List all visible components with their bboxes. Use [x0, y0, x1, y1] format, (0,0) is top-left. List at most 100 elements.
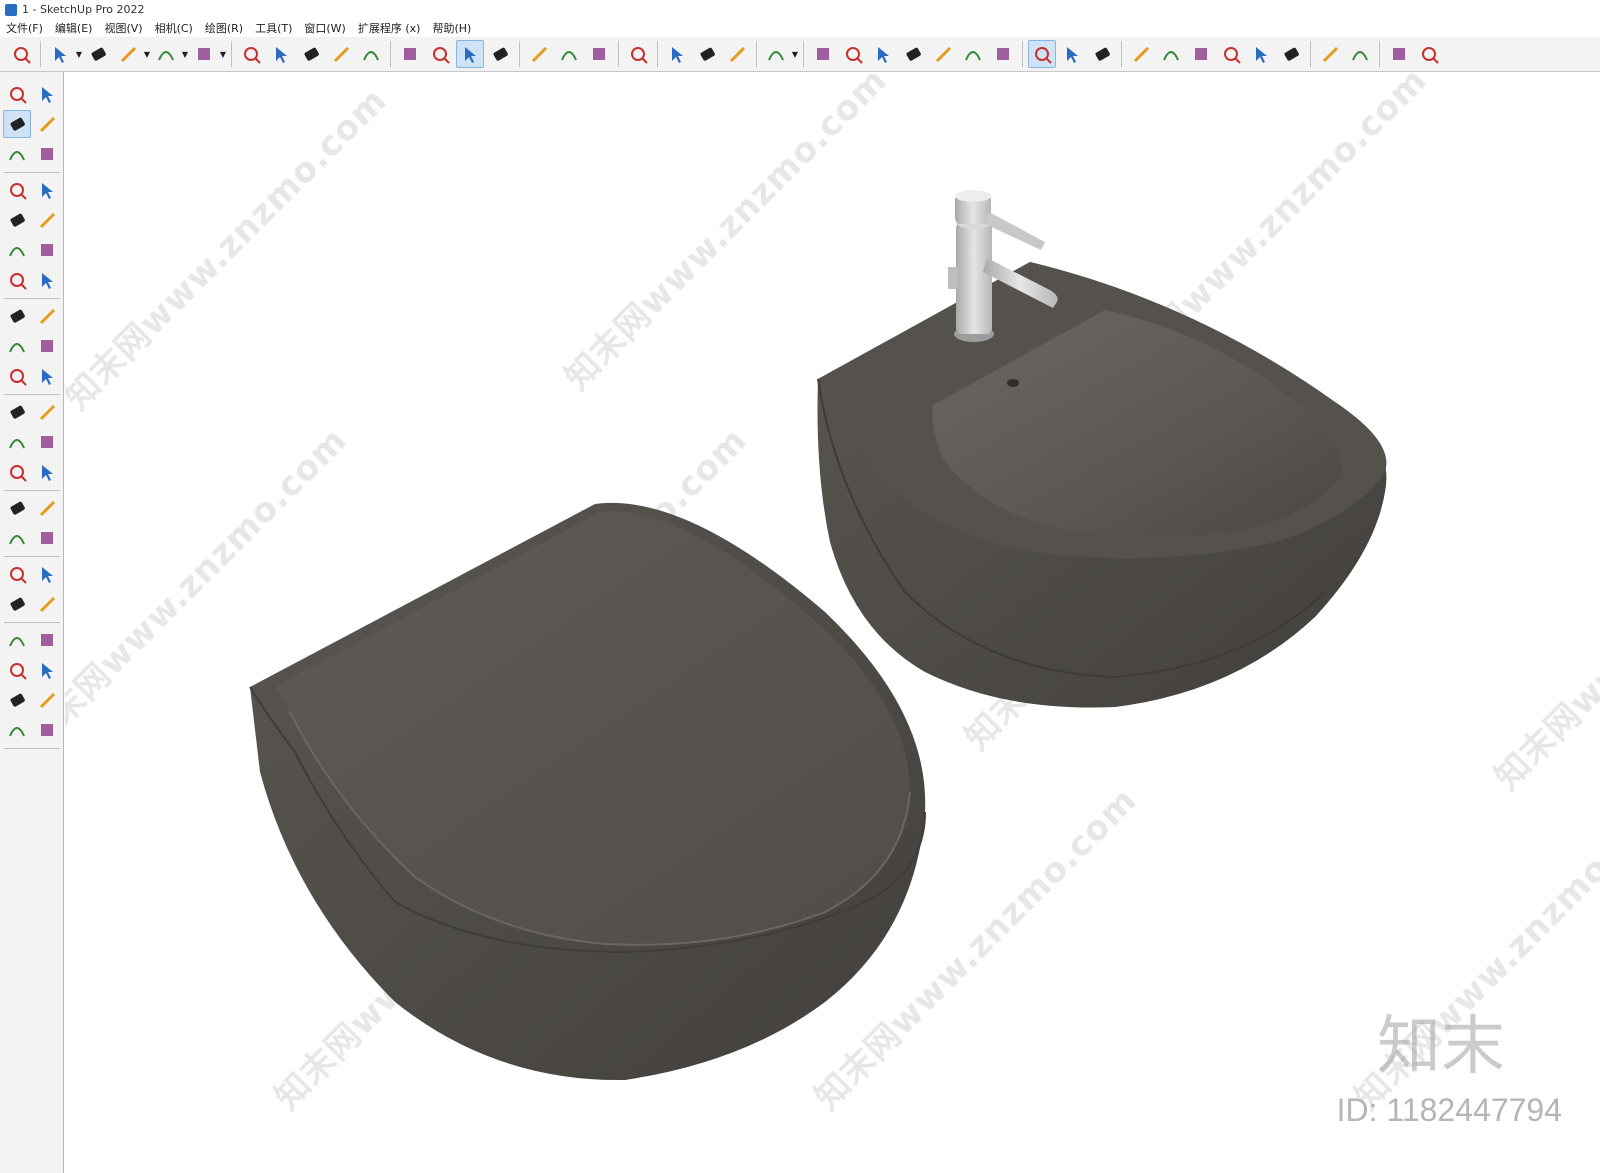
- circle-icon[interactable]: [3, 236, 31, 264]
- menu-view[interactable]: 视图(V): [104, 20, 142, 36]
- tape-measure-icon[interactable]: [3, 428, 31, 456]
- scale-icon[interactable]: [3, 398, 31, 426]
- rotate-icon[interactable]: [327, 40, 355, 68]
- select-icon[interactable]: [46, 40, 74, 68]
- dimension-icon[interactable]: [33, 428, 61, 456]
- zoom-icon[interactable]: [3, 560, 31, 588]
- text-icon[interactable]: [33, 458, 61, 486]
- components-icon[interactable]: [1316, 40, 1344, 68]
- chevron-down-icon[interactable]: ▼: [143, 40, 151, 68]
- polygon-icon[interactable]: [33, 236, 61, 264]
- account-icon[interactable]: [762, 40, 790, 68]
- move-icon[interactable]: [297, 40, 325, 68]
- move-icon[interactable]: [3, 332, 31, 360]
- follow-me-icon[interactable]: [267, 40, 295, 68]
- menu-edit[interactable]: 编辑(E): [55, 20, 93, 36]
- pie-icon[interactable]: [33, 302, 61, 330]
- extension-warehouse-icon[interactable]: [663, 40, 691, 68]
- push-pull-icon[interactable]: [237, 40, 265, 68]
- push-pull-icon[interactable]: [33, 332, 61, 360]
- top-view-icon[interactable]: [839, 40, 867, 68]
- sandbox-icon[interactable]: [723, 40, 751, 68]
- scale-icon[interactable]: [357, 40, 385, 68]
- sandbox-icon[interactable]: [33, 716, 61, 744]
- eraser-icon[interactable]: [84, 40, 112, 68]
- protractor-icon[interactable]: [3, 458, 31, 486]
- menu-window[interactable]: 窗口(W): [304, 20, 345, 36]
- rectangle-icon[interactable]: [190, 40, 218, 68]
- layers-icon[interactable]: [3, 716, 31, 744]
- two-point-arc-icon[interactable]: [33, 266, 61, 294]
- tape-measure-icon[interactable]: [396, 40, 424, 68]
- styles-icon[interactable]: [1058, 40, 1086, 68]
- orbit2-icon[interactable]: [3, 524, 31, 552]
- menu-draw[interactable]: 绘图(R): [205, 20, 243, 36]
- profile-icon[interactable]: [1415, 40, 1443, 68]
- rectangle-icon[interactable]: [3, 206, 31, 234]
- section-fill-icon[interactable]: [1028, 40, 1056, 68]
- zoom-icon[interactable]: [7, 40, 35, 68]
- zoom-extents-icon[interactable]: [3, 590, 31, 618]
- three-point-arc-icon[interactable]: [3, 302, 31, 330]
- arc-icon[interactable]: [152, 40, 180, 68]
- eraser-icon[interactable]: [33, 110, 61, 138]
- chevron-down-icon[interactable]: ▼: [219, 40, 227, 68]
- previous-view-icon[interactable]: [33, 590, 61, 618]
- shadow-icon[interactable]: [1157, 40, 1185, 68]
- line-icon[interactable]: [3, 176, 31, 204]
- pan-icon[interactable]: [33, 524, 61, 552]
- right-view-icon[interactable]: [899, 40, 927, 68]
- iso-view-icon[interactable]: [809, 40, 837, 68]
- position-camera-icon[interactable]: [3, 626, 31, 654]
- menu-camera[interactable]: 相机(C): [155, 20, 193, 36]
- add-location-icon[interactable]: [1127, 40, 1155, 68]
- rotated-rectangle-icon[interactable]: [33, 206, 61, 234]
- info-icon[interactable]: [1346, 40, 1374, 68]
- match-photo-icon[interactable]: [1217, 40, 1245, 68]
- freehand-icon[interactable]: [33, 176, 61, 204]
- fog-icon[interactable]: [1187, 40, 1215, 68]
- section-plane-icon[interactable]: [33, 656, 61, 684]
- warehouse-icon[interactable]: [3, 686, 31, 714]
- component-icon[interactable]: [3, 140, 31, 168]
- pan-icon[interactable]: [525, 40, 553, 68]
- back-view-icon[interactable]: [929, 40, 957, 68]
- orbit-icon[interactable]: [33, 80, 61, 108]
- section-plane-icon[interactable]: [989, 40, 1017, 68]
- menu-help[interactable]: 帮助(H): [432, 20, 471, 36]
- orbit-icon[interactable]: [486, 40, 514, 68]
- extension-icon[interactable]: [33, 686, 61, 714]
- zoom-extents-icon[interactable]: [585, 40, 613, 68]
- select-icon[interactable]: [3, 80, 31, 108]
- look-around-icon[interactable]: [33, 626, 61, 654]
- zoom-window-icon[interactable]: [33, 560, 61, 588]
- cart-icon[interactable]: [1385, 40, 1413, 68]
- paint-bucket-icon[interactable]: [3, 110, 31, 138]
- menu-tools[interactable]: 工具(T): [255, 20, 292, 36]
- menu-file[interactable]: 文件(F): [6, 20, 43, 36]
- model-viewport[interactable]: 知末网www.znzmo.com 知末网www.znzmo.com 知末网www…: [65, 72, 1600, 1173]
- walk-icon[interactable]: [3, 656, 31, 684]
- chevron-down-icon[interactable]: ▼: [181, 40, 189, 68]
- zoom-window-icon[interactable]: [555, 40, 583, 68]
- pencil-tag-icon[interactable]: [33, 140, 61, 168]
- text-icon[interactable]: [426, 40, 454, 68]
- chevron-down-icon[interactable]: ▼: [791, 40, 799, 68]
- settings-icon[interactable]: [1277, 40, 1305, 68]
- arc-icon[interactable]: [3, 266, 31, 294]
- chevron-down-icon[interactable]: ▼: [75, 40, 83, 68]
- rotate-icon[interactable]: [3, 362, 31, 390]
- pencil-icon[interactable]: [114, 40, 142, 68]
- layout-icon[interactable]: [693, 40, 721, 68]
- camera-icon[interactable]: [1088, 40, 1116, 68]
- front-view-icon[interactable]: [869, 40, 897, 68]
- paint-bucket-icon[interactable]: [456, 40, 484, 68]
- menu-extensions[interactable]: 扩展程序 (x): [358, 20, 421, 36]
- left-view-icon[interactable]: [959, 40, 987, 68]
- offset-icon[interactable]: [33, 398, 61, 426]
- cloud-icon[interactable]: [1247, 40, 1275, 68]
- follow-me-icon[interactable]: [33, 362, 61, 390]
- 3d-text-icon[interactable]: [33, 494, 61, 522]
- axes-icon[interactable]: [3, 494, 31, 522]
- warehouse-icon[interactable]: [624, 40, 652, 68]
